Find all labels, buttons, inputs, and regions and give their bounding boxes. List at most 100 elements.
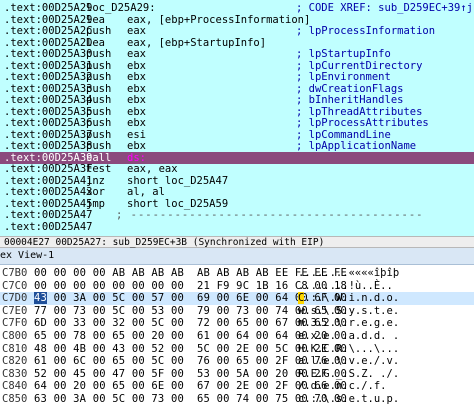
disasm-address: .text:00D25A45 bbox=[4, 197, 93, 210]
disasm-address: .text:00D25A38 bbox=[4, 140, 93, 152]
disasm-mnemonic: push bbox=[86, 117, 112, 129]
disasm-line[interactable]: .text:00D25A34 push ebx ; bInheritHandles bbox=[0, 94, 474, 106]
hex-row[interactable]: C7B0 00 00 00 00 AB AB AB AB AB AB AB AB … bbox=[0, 267, 474, 280]
disasm-line[interactable]: .text:00D25A30 push eax ; lpStartupInfo bbox=[0, 48, 474, 60]
hex-row-ascii[interactable]: a.l.e.\.v.e./.v. bbox=[298, 355, 399, 368]
disasm-mnemonic: call bbox=[86, 151, 112, 164]
disasm-address: .text:00D25A30 bbox=[4, 48, 93, 60]
hex-row[interactable]: C810 48 00 4B 00 43 00 52 00 5C 00 2E 00 … bbox=[0, 343, 474, 356]
disasm-comment: ; lpProcessInformation bbox=[296, 25, 436, 37]
disasm-line[interactable]: .text:00D25A38 push ebx ; lpApplicationName bbox=[0, 140, 474, 152]
disasm-line[interactable]: .text:00D25A2C push eax ; lpProcessInformat… bbox=[0, 25, 474, 37]
disasm-address: .text:00D25A31 bbox=[4, 59, 93, 72]
disasm-operands[interactable]: al, al bbox=[127, 186, 165, 198]
hex-selected-char[interactable]: C bbox=[298, 292, 305, 305]
hex-row-address: C850 bbox=[2, 393, 28, 405]
hex-view-title: ex View-1 bbox=[0, 250, 55, 261]
disasm-line[interactable]: .text:00D25A36 push ebx ; lpProcessAttribut… bbox=[0, 117, 474, 129]
disasm-mnemonic: push bbox=[86, 48, 112, 60]
hex-row[interactable]: C850 63 00 3A 00 5C 00 73 00 65 00 74 00 … bbox=[0, 393, 474, 406]
disasm-line[interactable]: .text:00D25A32 push ebx ; lpEnvironment bbox=[0, 71, 474, 83]
disasm-operands[interactable]: eax bbox=[127, 48, 146, 60]
disasm-operands[interactable]: ebx bbox=[127, 71, 146, 83]
disasm-line[interactable]: .text:00D25A41 jnz short loc_D25A47 bbox=[0, 175, 474, 187]
disasm-address: .text:00D25A29 bbox=[4, 13, 93, 26]
disasm-line[interactable]: .text:00D25A29 lea eax, [ebp+ProcessInform… bbox=[0, 14, 474, 26]
disasm-operands[interactable]: eax, [ebp+ProcessInformation] bbox=[127, 14, 310, 26]
disasm-address: .text:00D25A47 bbox=[4, 220, 93, 233]
hex-row-ascii[interactable]: C.:.\.W.i.n.d.o. bbox=[298, 292, 399, 305]
disasm-operands[interactable]: eax, [ebp+StartupInfo] bbox=[127, 37, 266, 49]
disassembly-view[interactable]: .text:00D25A29 loc_D25A29: ; CODE XREF: su… bbox=[0, 0, 474, 236]
disasm-operands[interactable]: ebx bbox=[127, 117, 146, 129]
hex-row-address: C7F0 bbox=[2, 317, 28, 330]
disasm-operands[interactable]: eax bbox=[127, 25, 146, 37]
hex-row-selected[interactable]: C7D0 43 00 3A 00 5C 00 57 00 69 00 6E 00 … bbox=[0, 292, 474, 306]
hex-row-ascii[interactable]: w.s.\.S.y.s.t.e. bbox=[298, 305, 399, 318]
hex-row-ascii[interactable]: ........««««îþîþ bbox=[298, 267, 399, 280]
hex-row-ascii[interactable]: e.x.e. .a.d.d. . bbox=[298, 330, 399, 343]
disasm-address: .text:00D25A43 bbox=[4, 186, 93, 198]
hex-row[interactable]: C820 61 00 6C 00 65 00 5C 00 76 00 65 00 … bbox=[0, 355, 474, 368]
hex-row-ascii[interactable]: c.:.\.s.e.t.u.p. bbox=[298, 393, 399, 406]
disasm-address: .text:00D25A32 bbox=[4, 71, 93, 83]
hex-view-title-bar[interactable]: ex View-1 bbox=[0, 248, 474, 265]
disasm-line[interactable]: .text:00D25A31 push ebx ; lpCurrentDirector… bbox=[0, 60, 474, 72]
disasm-line[interactable]: .text:00D25A35 push ebx ; lpThreadAttribute… bbox=[0, 106, 474, 118]
hex-row[interactable]: C830 52 00 45 00 47 00 5F 00 53 00 5A 00 … bbox=[0, 368, 474, 381]
disasm-mnemonic: push bbox=[86, 140, 112, 152]
disasm-operands[interactable]: ebx bbox=[127, 94, 146, 106]
disasm-address: .text:00D25A2C bbox=[4, 25, 93, 37]
disasm-operands[interactable]: short loc_D25A47 bbox=[127, 175, 228, 187]
disasm-label[interactable]: loc_D25A29: bbox=[86, 2, 156, 14]
disasm-line[interactable]: .text:00D25A37 push esi ; lpCommandLine bbox=[0, 129, 474, 141]
disasm-comment: ; lpCommandLine bbox=[296, 128, 391, 141]
disasm-address: .text:00D25A35 bbox=[4, 105, 93, 118]
hex-row-address: C7B0 bbox=[2, 267, 28, 279]
disasm-line[interactable]: .text:00D25A45 jmp short loc_D25A59 bbox=[0, 198, 474, 210]
hex-row-ascii[interactable]: m.3.2.\.r.e.g.e. bbox=[298, 317, 399, 330]
disasm-address: .text:00D25A47 bbox=[4, 209, 93, 221]
hex-row-ascii[interactable]: /.d.e.n.c./.f. bbox=[298, 380, 387, 393]
disasm-line[interactable]: .text:00D25A43 xor al, al bbox=[0, 186, 474, 198]
disasm-address: .text:00D25A36 bbox=[4, 117, 93, 129]
hex-row[interactable]: C800 65 00 78 00 65 00 20 00 61 00 64 00 … bbox=[0, 330, 474, 343]
disasm-comment: ; CODE XREF: sub_D259EC+39↑j bbox=[296, 2, 474, 14]
disasm-line-selected[interactable]: .text:00D25A39 call ds: bbox=[0, 151, 474, 164]
disasm-comment: ; dwCreationFlags bbox=[296, 82, 404, 95]
hex-row[interactable]: C7E0 77 00 73 00 5C 00 53 00 79 00 73 00 … bbox=[0, 305, 474, 318]
disasm-mnemonic: push bbox=[86, 94, 112, 106]
disassembly-status-line: 00004E27 00D25A27: sub_D259EC+3B (Synchr… bbox=[0, 236, 474, 248]
disasm-line[interactable]: .text:00D25A47 bbox=[0, 221, 474, 233]
disasm-operands[interactable]: ds: bbox=[127, 152, 146, 164]
disasm-mnemonic: test bbox=[86, 163, 112, 175]
disasm-line[interactable]: .text:00D25A33 push ebx ; dwCreationFlags bbox=[0, 83, 474, 95]
disasm-operands[interactable]: ebx bbox=[127, 83, 146, 95]
disasm-address: .text:00D25A33 bbox=[4, 82, 93, 95]
disasm-line[interactable]: .text:00D25A29 loc_D25A29: ; CODE XREF: su… bbox=[0, 2, 474, 14]
hex-row-ascii[interactable]: R.E.G._.S.Z. ./. bbox=[298, 368, 399, 381]
hex-row-address: C7D0 bbox=[2, 292, 28, 305]
hex-dump-view[interactable]: C7B0 00 00 00 00 AB AB AB AB AB AB AB AB … bbox=[0, 265, 474, 406]
disasm-mnemonic: push bbox=[86, 71, 112, 83]
hex-selected-byte[interactable]: 43 bbox=[34, 292, 48, 305]
hex-row[interactable]: C7F0 6D 00 33 00 32 00 5C 00 72 00 65 00 … bbox=[0, 317, 474, 330]
disasm-comment: ; lpStartupInfo bbox=[296, 48, 391, 60]
disasm-operands[interactable]: ebx bbox=[127, 140, 146, 152]
disasm-comment: ; lpApplicationName bbox=[296, 140, 417, 152]
hex-row[interactable]: C7C0 00 00 00 00 00 00 00 00 21 F9 9C 1B … bbox=[0, 280, 474, 293]
disasm-line[interactable]: .text:00D25A2D lea eax, [ebp+StartupInfo] bbox=[0, 37, 474, 49]
disasm-line[interactable]: .text:00D25A3F test eax, eax bbox=[0, 163, 474, 175]
hex-row-address: C830 bbox=[2, 367, 28, 380]
disasm-operands[interactable]: short loc_D25A59 bbox=[127, 198, 228, 210]
hex-row-ascii[interactable]: H.K.C.R.\...\... bbox=[298, 343, 399, 356]
hex-row-ascii[interactable]: ........!ù..È.. bbox=[298, 280, 393, 293]
disasm-operands[interactable]: ebx bbox=[127, 106, 146, 118]
hex-row-address: C7C0 bbox=[2, 279, 28, 292]
disasm-operands[interactable]: eax, eax bbox=[127, 163, 178, 175]
disasm-operands[interactable]: esi bbox=[127, 129, 146, 141]
disasm-operands[interactable]: ebx bbox=[127, 60, 146, 72]
hex-row[interactable]: C840 64 00 20 00 65 00 6E 00 67 00 2E 00 … bbox=[0, 380, 474, 393]
disasm-comment: ; lpProcessAttributes bbox=[296, 117, 429, 129]
disasm-line[interactable]: .text:00D25A47 ; ------------------------… bbox=[0, 209, 474, 221]
